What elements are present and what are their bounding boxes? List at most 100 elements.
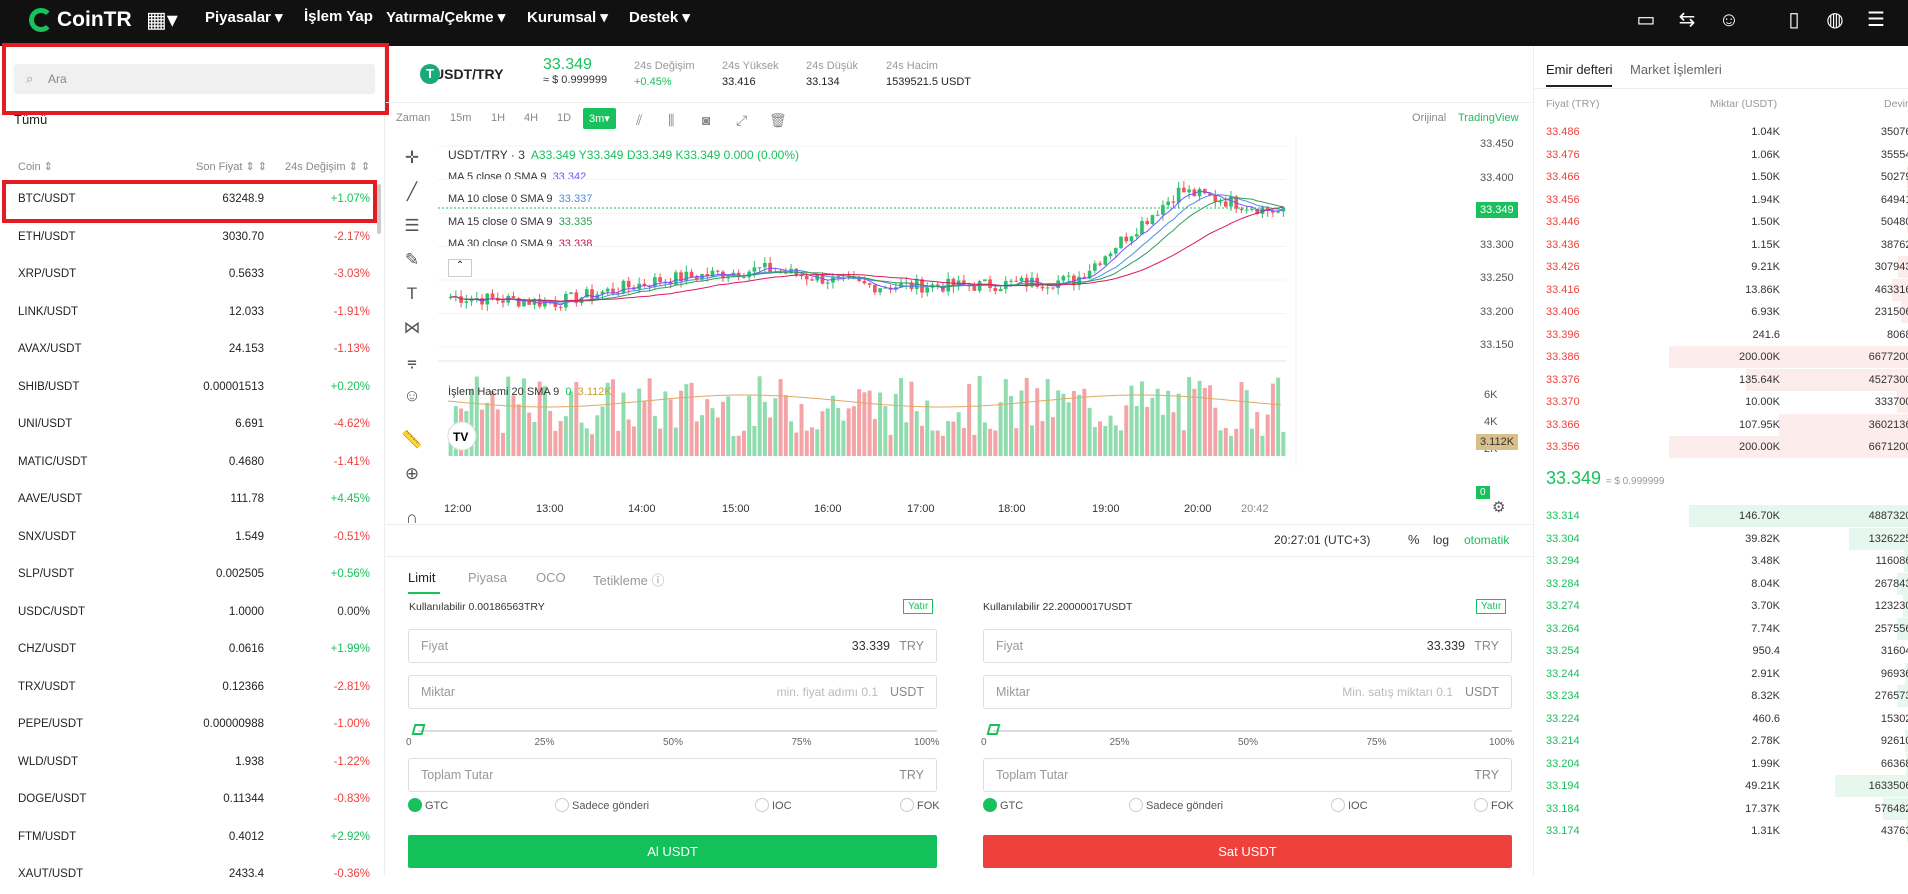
nav-yatirma-cekme[interactable]: Yatırma/Çekme ▾ — [386, 8, 505, 26]
col-24h-change[interactable]: 24s Değişim ⇕ ⇕ — [285, 160, 370, 173]
ask-row[interactable]: 33.366 107.95K 3602136.6378 — [1534, 414, 1908, 436]
bid-row[interactable]: 33.244 2.91K 96936.1796 — [1534, 663, 1908, 685]
ask-row[interactable]: 33.426 9.21K 307943.7102 — [1534, 256, 1908, 278]
sell-button[interactable]: Sat USDT — [983, 835, 1512, 868]
ruler-icon[interactable]: 📏 — [400, 430, 424, 454]
bid-row[interactable]: 33.314 146.70K 4887320.3758 — [1534, 505, 1908, 527]
globe-icon[interactable]: ◍ — [1822, 7, 1848, 33]
bid-row[interactable]: 33.294 3.48K 116086.1896 — [1534, 550, 1908, 572]
market-row[interactable]: DOGE/USDT 0.11344 -0.83% — [0, 782, 375, 819]
market-row[interactable]: LINK/USDT 12.033 -1.91% — [0, 295, 375, 332]
ask-row[interactable]: 33.370 10.00K 333700.0000 — [1534, 391, 1908, 413]
nav-destek[interactable]: Destek ▾ — [629, 8, 690, 26]
percent-scale-button[interactable]: % — [1408, 532, 1420, 547]
market-row[interactable]: XRP/USDT 0.5633 -3.03% — [0, 257, 375, 294]
ask-row[interactable]: 33.376 135.64K 4527300.8704 — [1534, 369, 1908, 391]
indicators-icon[interactable]: ⫽ — [636, 112, 642, 129]
market-row[interactable]: UNI/USDT 6.691 -4.62% — [0, 407, 375, 444]
slider-tick-label[interactable]: 0 — [981, 737, 987, 748]
bid-row[interactable]: 33.264 7.74K 257556.4992 — [1534, 618, 1908, 640]
order-option-post-only[interactable]: Sadece gönderi — [1129, 798, 1223, 812]
slider-tick-label[interactable]: 75% — [792, 737, 812, 748]
ask-row[interactable]: 33.456 1.94K 64941.4416 — [1534, 189, 1908, 211]
pattern-icon[interactable]: ⋈ — [400, 318, 424, 342]
view-tradingview[interactable]: TradingView — [1458, 112, 1519, 124]
tf-4h[interactable]: 4H — [524, 112, 538, 124]
market-row[interactable]: SLP/USDT 0.002505 +0.56% — [0, 557, 375, 594]
tab-market[interactable]: Piyasa — [468, 570, 507, 585]
scrollbar[interactable] — [377, 184, 381, 234]
fullscreen-icon[interactable]: ⤢ — [736, 112, 747, 129]
emoji-icon[interactable]: ☺ — [400, 386, 424, 410]
tf-15m[interactable]: 15m — [450, 112, 471, 124]
tab-order-book[interactable]: Emir defteri — [1546, 62, 1612, 87]
market-row[interactable]: PEPE/USDT 0.00000988 -1.00% — [0, 707, 375, 744]
nav-kurumsal[interactable]: Kurumsal ▾ — [527, 8, 608, 26]
tab-trigger[interactable]: Tetikleme ⓘ — [593, 570, 665, 589]
bid-row[interactable]: 33.184 17.37K 576482.4032 — [1534, 798, 1908, 820]
market-row[interactable]: AVAX/USDT 24.153 -1.13% — [0, 332, 375, 369]
bid-row[interactable]: 33.284 8.04K 267843.0048 — [1534, 573, 1908, 595]
nav-islem-yap[interactable]: İşlem Yap — [304, 8, 373, 25]
tf-3m-selected[interactable]: 3m▾ — [583, 108, 616, 129]
ask-row[interactable]: 33.486 1.04K 35076.5850 — [1534, 121, 1908, 143]
order-option-fok[interactable]: FOK — [1474, 798, 1514, 812]
menu-icon[interactable]: ☰ — [1863, 7, 1889, 33]
fib-icon[interactable]: ☰ — [400, 216, 424, 240]
buy-total-field[interactable]: Toplam TutarTRY — [408, 758, 937, 792]
sell-slider-handle[interactable] — [987, 724, 1001, 735]
slider-tick-label[interactable]: 0 — [406, 737, 412, 748]
market-row[interactable]: AAVE/USDT 111.78 +4.45% — [0, 482, 375, 519]
slider-tick-label[interactable]: 50% — [1238, 737, 1258, 748]
market-row[interactable]: USDC/USDT 1.0000 0.00% — [0, 595, 375, 632]
view-original[interactable]: Orijinal — [1412, 112, 1446, 124]
text-icon[interactable]: T — [400, 284, 424, 308]
col-last-price[interactable]: Son Fiyat ⇕ ⇕ — [196, 160, 267, 173]
tf-1d[interactable]: 1D — [557, 112, 571, 124]
bid-row[interactable]: 33.204 1.99K 66368.1552 — [1534, 753, 1908, 775]
col-coin[interactable]: Coin ⇕ — [18, 160, 53, 173]
market-row[interactable]: CHZ/USDT 0.0616 +1.99% — [0, 632, 375, 669]
ask-row[interactable]: 33.406 6.93K 231506.9206 — [1534, 301, 1908, 323]
buy-amount-field[interactable]: Miktarmin. fiyat adımı 0.1USDT — [408, 675, 937, 709]
order-option-gtc[interactable]: GTC — [408, 798, 448, 812]
ask-row[interactable]: 33.466 1.50K 50279.3184 — [1534, 166, 1908, 188]
bid-row[interactable]: 33.304 39.82K 1326225.2272 — [1534, 528, 1908, 550]
ask-row[interactable]: 33.356 200.00K 6671200.0000 — [1534, 436, 1908, 458]
bid-row[interactable]: 33.254 950.4 31604.6016 — [1534, 640, 1908, 662]
zoom-icon[interactable]: ⊕ — [400, 464, 424, 488]
cointr-logo[interactable]: CoinTR — [29, 8, 132, 32]
ask-row[interactable]: 33.476 1.06K 35554.8596 — [1534, 144, 1908, 166]
orders-icon[interactable]: ⇆ — [1674, 7, 1700, 33]
buy-button[interactable]: Al USDT — [408, 835, 937, 868]
ask-row[interactable]: 33.436 1.15K 38762.3548 — [1534, 234, 1908, 256]
candle-type-icon[interactable]: ⫼ — [668, 112, 674, 129]
wallet-icon[interactable]: ▭ — [1633, 7, 1659, 33]
user-icon[interactable]: ☺ — [1716, 7, 1742, 33]
market-row[interactable]: SNX/USDT 1.549 -0.51% — [0, 520, 375, 557]
price-chart[interactable]: TV — [438, 136, 1504, 546]
tf-time[interactable]: Zaman — [396, 112, 430, 124]
sell-deposit-button[interactable]: Yatır — [1476, 599, 1506, 614]
mobile-icon[interactable]: ▯ — [1781, 7, 1807, 33]
measure-icon[interactable]: ⩦ — [400, 352, 424, 376]
order-option-ioc[interactable]: IOC — [755, 798, 792, 812]
bid-row[interactable]: 33.224 460.6 15302.9744 — [1534, 708, 1908, 730]
sell-amount-field[interactable]: MiktarMin. satış miktarı 0.1USDT — [983, 675, 1512, 709]
bid-row[interactable]: 33.194 49.21K 1633506.6146 — [1534, 775, 1908, 797]
slider-tick-label[interactable]: 50% — [663, 737, 683, 748]
sell-price-field[interactable]: Fiyat33.339TRY — [983, 629, 1512, 663]
ask-row[interactable]: 33.396 241.6 8068.4736 — [1534, 324, 1908, 346]
slider-tick-label[interactable]: 25% — [1110, 737, 1130, 748]
trendline-icon[interactable]: ╱ — [400, 182, 424, 206]
sell-slider[interactable] — [993, 730, 1512, 732]
bid-row[interactable]: 33.174 1.31K 43763.1408 — [1534, 820, 1908, 842]
slider-tick-label[interactable]: 100% — [1489, 737, 1515, 748]
buy-slider[interactable] — [418, 730, 937, 732]
market-row[interactable]: SHIB/USDT 0.00001513 +0.20% — [0, 370, 375, 407]
ask-row[interactable]: 33.416 13.86K 463316.1816 — [1534, 279, 1908, 301]
brush-icon[interactable]: ✎ — [400, 250, 424, 274]
slider-tick-label[interactable]: 100% — [914, 737, 940, 748]
tab-market-trades[interactable]: Market İşlemleri — [1630, 62, 1722, 77]
crosshair-icon[interactable]: ✛ — [400, 148, 424, 172]
